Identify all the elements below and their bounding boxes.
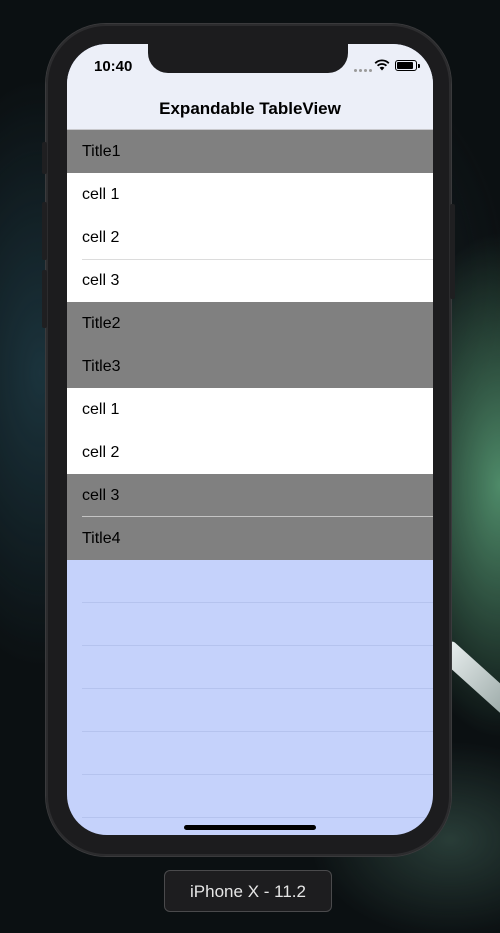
- battery-icon: [395, 60, 420, 71]
- row-label: Title1: [82, 143, 121, 160]
- row-label: Title3: [82, 358, 121, 375]
- row-label: cell 2: [82, 229, 120, 246]
- expandable-table: Title1 cell 1 cell 2 cell 3 Title2 Title…: [67, 130, 433, 560]
- section-header-title3[interactable]: Title3: [67, 345, 433, 388]
- simulator-device-label: iPhone X - 11.2: [164, 870, 332, 912]
- row-label: cell 3: [82, 487, 120, 504]
- table-cell[interactable]: cell 2: [67, 216, 433, 259]
- mute-switch: [42, 142, 47, 174]
- row-label: Title2: [82, 315, 121, 332]
- wifi-icon: [374, 59, 390, 71]
- row-label: cell 3: [82, 272, 120, 289]
- table-cell[interactable]: cell 1: [67, 173, 433, 216]
- row-label: Title4: [82, 530, 121, 547]
- volume-down-button: [42, 270, 47, 328]
- row-label: cell 1: [82, 401, 120, 418]
- home-indicator[interactable]: [184, 825, 316, 830]
- section-header-title4[interactable]: Title4: [67, 517, 433, 560]
- signal-dots-icon: [354, 69, 374, 72]
- table-cell-highlighted[interactable]: cell 3: [67, 474, 433, 517]
- table-cell[interactable]: cell 3: [67, 259, 433, 302]
- empty-table-area: [82, 560, 433, 820]
- status-time: 10:40: [94, 58, 133, 75]
- device-screen: 10:40 Expandable TableView Title1 cell 1…: [67, 44, 433, 835]
- nav-title: Expandable TableView: [159, 99, 341, 118]
- volume-up-button: [42, 202, 47, 260]
- navigation-bar: Expandable TableView: [67, 88, 433, 130]
- row-label: cell 2: [82, 444, 120, 461]
- power-button: [450, 204, 455, 299]
- row-label: cell 1: [82, 186, 120, 203]
- table-cell[interactable]: cell 1: [67, 388, 433, 431]
- device-notch: [148, 44, 348, 73]
- section-header-title2[interactable]: Title2: [67, 302, 433, 345]
- table-cell[interactable]: cell 2: [67, 431, 433, 474]
- section-header-title1[interactable]: Title1: [67, 130, 433, 173]
